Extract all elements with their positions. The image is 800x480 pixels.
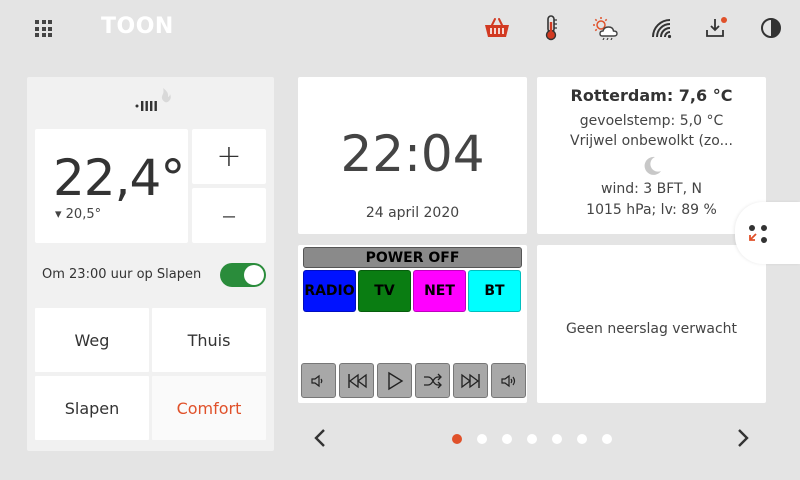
top-bar: TOON xyxy=(0,0,800,58)
weather-wind: wind: 3 BFT, N xyxy=(601,181,702,197)
page-dot[interactable] xyxy=(577,434,587,444)
setpoint-temperature: ▾ 20,5° xyxy=(55,207,102,222)
weather-icon[interactable] xyxy=(592,14,620,42)
volume-down-icon xyxy=(310,374,322,387)
volume-down-button[interactable] xyxy=(301,363,336,398)
clock-time: 22:04 xyxy=(340,125,485,183)
basket-icon[interactable] xyxy=(483,14,511,42)
page-dot[interactable] xyxy=(502,434,512,444)
clock-tile[interactable]: 22:04 24 april 2020 xyxy=(298,77,527,234)
chevron-left-icon xyxy=(314,429,325,447)
mode-slapen-button[interactable]: Slapen xyxy=(35,376,149,440)
thermostat-panel: 22,4° ▾ 20,5° + – Om 23:00 uur op Slapen… xyxy=(27,77,274,451)
next-button[interactable] xyxy=(453,363,488,398)
temperature-up-button[interactable]: + xyxy=(192,129,266,184)
weather-tile[interactable]: Rotterdam: 7,6 °C gevoelstemp: 5,0 °C Vr… xyxy=(537,77,766,234)
contrast-icon[interactable] xyxy=(757,14,785,42)
page-dot[interactable] xyxy=(527,434,537,444)
play-icon xyxy=(387,371,403,390)
previous-page-button[interactable] xyxy=(311,427,329,449)
current-temperature-box: 22,4° ▾ 20,5° xyxy=(35,129,188,243)
source-net-button[interactable]: NET xyxy=(413,270,466,312)
mode-weg-button[interactable]: Weg xyxy=(35,308,149,372)
download-icon[interactable] xyxy=(702,14,730,42)
schedule-toggle[interactable] xyxy=(220,263,266,287)
toon-logo: TOON xyxy=(101,14,174,39)
power-off-button[interactable]: POWER OFF xyxy=(303,247,522,268)
weather-city-temperature: Rotterdam: 7,6 °C xyxy=(570,86,733,105)
fast-forward-icon xyxy=(460,373,480,388)
thermometer-icon[interactable] xyxy=(537,14,565,42)
audio-remote-tile: POWER OFF RADIO TV NET BT xyxy=(298,245,527,403)
rain-forecast-tile[interactable]: Geen neerslag verwacht xyxy=(537,245,766,403)
volume-up-button[interactable] xyxy=(491,363,526,398)
page-dot[interactable] xyxy=(477,434,487,444)
current-temperature: 22,4° xyxy=(53,149,185,207)
weather-feels-like: gevoelstemp: 5,0 °C xyxy=(579,113,724,129)
mode-thuis-button[interactable]: Thuis xyxy=(152,308,266,372)
source-radio-button[interactable]: RADIO xyxy=(303,270,356,312)
play-button[interactable] xyxy=(377,363,412,398)
weather-pressure-humidity: 1015 hPa; lv: 89 % xyxy=(586,202,717,218)
source-tv-button[interactable]: TV xyxy=(358,270,411,312)
page-dot[interactable] xyxy=(602,434,612,444)
shuffle-icon xyxy=(423,373,442,388)
page-dot[interactable] xyxy=(452,434,462,444)
previous-button[interactable] xyxy=(339,363,374,398)
weather-condition: Vrijwel onbewolkt (zo... xyxy=(570,133,733,149)
mode-comfort-button[interactable]: Comfort xyxy=(152,376,266,440)
heating-icon xyxy=(134,87,174,115)
moon-icon xyxy=(641,155,663,177)
next-page-button[interactable] xyxy=(734,427,752,449)
source-bt-button[interactable]: BT xyxy=(468,270,521,312)
apps-grid-icon[interactable] xyxy=(35,20,52,37)
chevron-right-icon xyxy=(738,429,749,447)
volume-up-icon xyxy=(500,374,515,387)
side-panel-handle[interactable] xyxy=(735,202,800,264)
wifi-icon[interactable] xyxy=(648,14,676,42)
collapse-panel-icon xyxy=(749,225,767,243)
rewind-icon xyxy=(347,373,367,388)
shuffle-button[interactable] xyxy=(415,363,450,398)
page-dot[interactable] xyxy=(552,434,562,444)
schedule-text: Om 23:00 uur op Slapen xyxy=(42,267,202,282)
rain-forecast-text: Geen neerslag verwacht xyxy=(565,321,738,337)
toggle-knob xyxy=(244,265,264,285)
temperature-down-button[interactable]: – xyxy=(192,188,266,243)
clock-date: 24 april 2020 xyxy=(365,205,460,221)
